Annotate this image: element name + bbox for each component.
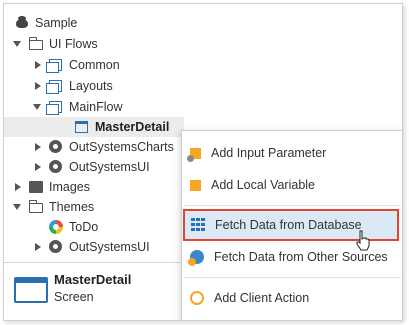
tree-item-label: OutSystemsUI [69,240,150,254]
menu-divider [184,205,401,206]
menu-item-add-local-variable[interactable]: Add Local Variable [182,169,402,201]
tree-item-label: Common [69,58,120,72]
menu-item-add-input-parameter[interactable]: Add Input Parameter [182,137,402,169]
selection-type: Screen [54,290,94,304]
folder-icon [28,200,44,214]
tree-item-label: UI Flows [49,37,98,51]
menu-item-label: Add Local Variable [211,178,316,192]
application-icon [14,16,30,30]
tree-item-label: MasterDetail [95,120,170,134]
screen-icon [74,120,90,134]
app-window: Sample UI Flows Common Layouts MainFlow … [3,3,403,321]
client-action-icon [190,291,204,305]
menu-item-label: Add Client Action [214,291,310,305]
chevron-right-icon[interactable] [32,80,44,92]
tree-item-common[interactable]: Common [4,55,402,75]
theme-icon [48,220,64,234]
chevron-right-icon[interactable] [32,59,44,71]
menu-item-add-client-action[interactable]: Add Client Action [182,282,402,314]
chevron-down-icon[interactable] [12,38,24,50]
tree-item-label: Sample [35,16,78,30]
aggregate-icon [191,218,205,232]
menu-divider [184,277,401,278]
module-reference-icon [48,160,64,174]
tree-item-layouts[interactable]: Layouts [4,76,402,96]
tree-item-sample[interactable]: Sample [4,13,402,33]
context-menu: Add Input Parameter Add Local Variable F… [181,130,402,320]
hand-cursor-icon [356,230,370,251]
tree-item-label: Layouts [69,79,113,93]
chevron-right-icon[interactable] [32,141,44,153]
selection-name: MasterDetail [54,272,132,287]
tree-item-label: Themes [49,200,95,214]
ui-flow-icon [46,79,64,94]
tree-item-label: ToDo [69,220,99,234]
chevron-right-icon[interactable] [12,181,24,193]
local-variable-icon [190,179,201,191]
screen-icon [14,277,48,303]
selection-info-panel: MasterDetail Screen [4,262,184,320]
module-reference-icon [48,240,64,254]
chevron-right-icon[interactable] [32,161,44,173]
folder-icon [28,37,44,51]
ui-flow-icon [46,100,64,115]
chevron-down-icon[interactable] [12,201,24,213]
tree-item-label: MainFlow [69,100,123,114]
ui-flow-icon [46,58,64,73]
module-reference-icon [48,140,64,154]
input-parameter-icon [187,147,201,162]
tree-item-label: OutSystemsCharts [69,140,174,154]
images-folder-icon [28,180,44,194]
tree-item-ui-flows[interactable]: UI Flows [4,34,402,54]
chevron-right-icon[interactable] [32,241,44,253]
tree-item-label: OutSystemsUI [69,160,150,174]
chevron-down-icon[interactable] [32,101,44,113]
tree-item-mainflow[interactable]: MainFlow [4,97,402,117]
tree-item-masterdetail[interactable]: MasterDetail [4,117,184,137]
menu-item-label: Add Input Parameter [211,146,327,160]
menu-item-label: Fetch Data from Database [215,218,362,232]
data-action-icon [188,250,204,266]
menu-item-label: Fetch Data from Other Sources [214,250,388,264]
tree-item-label: Images [49,180,90,194]
